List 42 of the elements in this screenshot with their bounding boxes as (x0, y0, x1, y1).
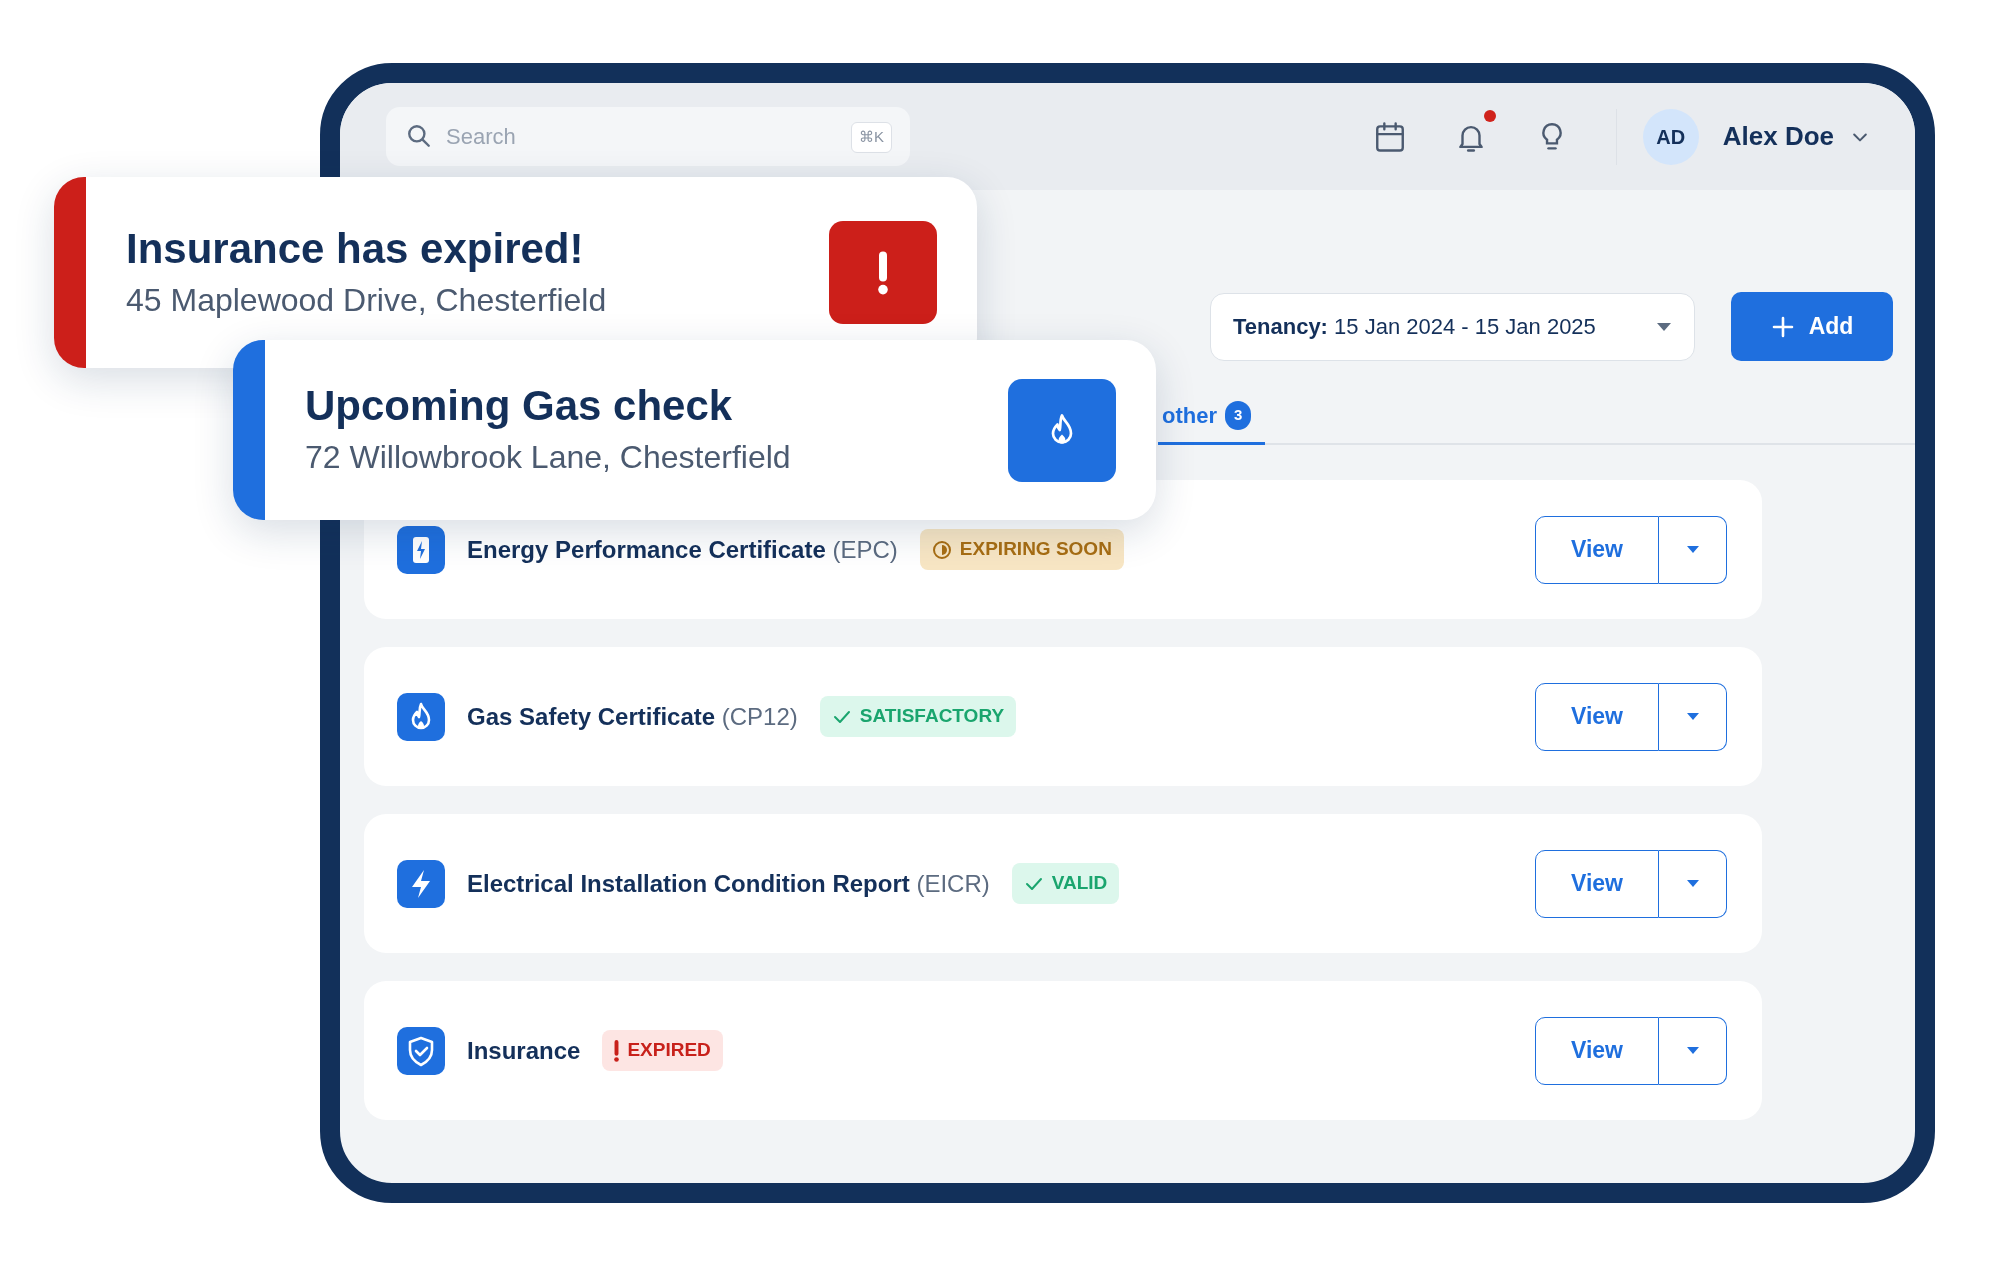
status-text: EXPIRED (627, 1038, 711, 1063)
add-button[interactable]: Add (1731, 292, 1893, 361)
alert-title: Insurance has expired! (126, 223, 585, 274)
lightning-icon (397, 859, 445, 908)
dropdown-toggle-button[interactable] (1659, 515, 1727, 584)
tab[interactable]: other 3 (1158, 399, 1266, 445)
alert-address: 45 Maplewood Drive, Chesterfield (126, 280, 607, 320)
caret-icon (1685, 879, 1700, 888)
dropdown-toggle-button[interactable] (1659, 682, 1727, 751)
clock-icon (931, 539, 952, 560)
view-button[interactable]: View (1535, 1016, 1659, 1085)
caret-icon (1685, 712, 1700, 721)
user-name[interactable]: Alex Doe (1722, 117, 1834, 156)
count-badge: 3 (1225, 401, 1252, 430)
status-text: EXPIRING SOON (959, 537, 1112, 562)
document-title: Electrical Installation Condition Report (EICR) (467, 868, 990, 899)
phone-bolt-icon (397, 525, 445, 574)
view-button[interactable]: View (1535, 682, 1659, 751)
caret-icon (1685, 545, 1700, 554)
status-text: VALID (1051, 871, 1108, 896)
document-title: Gas Safety Certificate (CP12) (467, 701, 798, 732)
exclamation-icon (878, 250, 888, 295)
alert-address: 72 Willowbrook Lane, Chesterfield (305, 438, 791, 478)
user-avatar[interactable]: AD (1642, 108, 1699, 165)
dropdown-toggle-button[interactable] (1659, 849, 1727, 918)
alert-title: Upcoming Gas check (305, 381, 734, 431)
shortcut-key: ⌘K (851, 122, 892, 153)
view-button[interactable]: View (1535, 515, 1659, 584)
status-text: SATISFACTORY (859, 704, 1005, 729)
flame-icon (397, 692, 445, 741)
shield-check-icon (397, 1026, 445, 1075)
tenancy-dropdown[interactable]: Tenancy: 15 Jan 2024 - 15 Jan 2025 (1210, 292, 1695, 361)
view-button[interactable]: View (1535, 849, 1659, 918)
plus-icon (1770, 314, 1795, 339)
document-title: Energy Performance Certificate (EPC) (467, 534, 898, 565)
search-icon (406, 123, 432, 149)
exclamation-icon (614, 1039, 620, 1062)
caret-icon (1685, 1046, 1700, 1055)
tenancy-text: Tenancy: 15 Jan 2024 - 15 Jan 2025 (1233, 313, 1596, 341)
caret-icon (1656, 321, 1672, 332)
document-title: Insurance (467, 1035, 581, 1066)
dropdown-toggle-button[interactable] (1659, 1016, 1727, 1085)
